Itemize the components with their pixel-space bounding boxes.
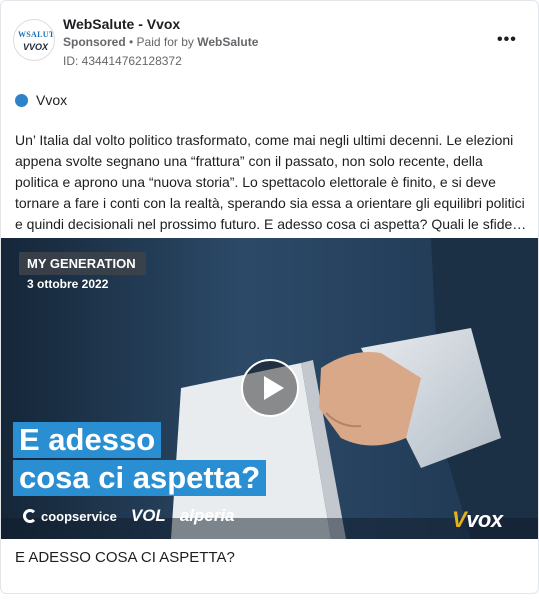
headline-line2: cosa ci aspetta? (13, 460, 267, 496)
payer-name: WebSalute (197, 35, 259, 49)
coopservice-icon (23, 509, 37, 523)
series-label: MY GENERATION (19, 252, 146, 275)
coopservice-logo: coopservice (23, 509, 117, 524)
avatar-line2: VVOX (23, 42, 49, 52)
more-options-icon[interactable]: ••• (497, 31, 517, 49)
video-headline: E adesso cosa ci aspetta? (13, 422, 267, 498)
paid-for-label: • Paid for by (129, 35, 194, 49)
play-button-icon[interactable] (241, 359, 299, 417)
ad-card: WSALUTE VVOX WebSalute - Vvox Sponsored … (0, 0, 539, 594)
ad-body-text: Un’ Italia dal volto politico trasformat… (15, 132, 527, 232)
ad-id: ID: 434414762128372 (63, 54, 182, 68)
sponsored-label: Sponsored (63, 35, 126, 49)
avatar-line1: WSALUTE (18, 30, 55, 39)
sponsor-logos: coopservice VOL alperia (23, 506, 235, 526)
platform-row: Vvox (15, 92, 67, 108)
vol-logo: VOL (130, 506, 166, 525)
sponsored-line: Sponsored • Paid for by WebSalute (63, 35, 258, 49)
media-caption[interactable]: E ADESSO COSA CI ASPETTA? (15, 549, 235, 566)
platform-dot-icon (15, 93, 28, 107)
episode-date: 3 ottobre 2022 (27, 277, 109, 291)
alperia-logo: alperia (179, 506, 235, 525)
video-media[interactable]: MY GENERATION 3 ottobre 2022 E adesso co… (1, 238, 538, 539)
headline-line1: E adesso (13, 422, 162, 458)
vvox-logo: Vvox (452, 507, 503, 532)
page-name[interactable]: WebSalute - Vvox (63, 16, 180, 32)
page-avatar[interactable]: WSALUTE VVOX (13, 19, 55, 61)
platform-name: Vvox (36, 92, 68, 108)
